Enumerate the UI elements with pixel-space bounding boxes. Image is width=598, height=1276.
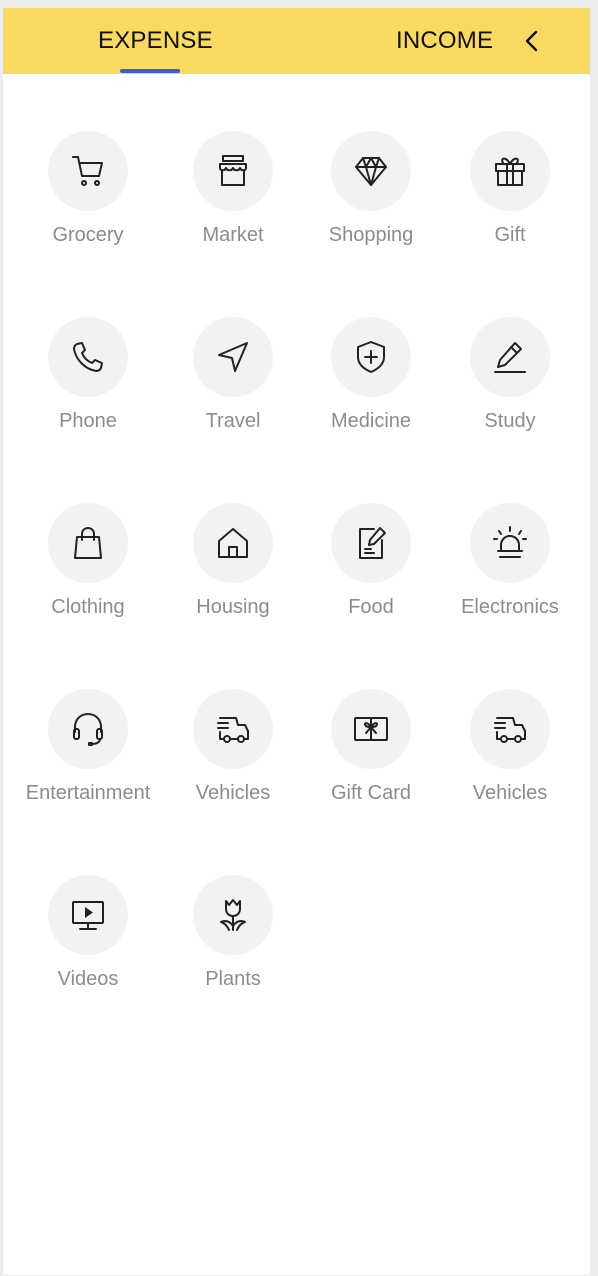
category-shopping[interactable]: Shopping [301, 131, 441, 261]
category-travel[interactable]: Travel [163, 317, 303, 447]
category-icon-circle [48, 503, 128, 583]
alarm-light-icon [493, 526, 527, 558]
category-label: Gift Card [330, 782, 412, 804]
category-label: Study [484, 410, 536, 432]
category-label: Vehicles [472, 782, 548, 804]
house-icon [218, 528, 248, 558]
category-icon-circle [193, 503, 273, 583]
category-vehicles[interactable]: Vehicles [163, 689, 303, 819]
category-icon-circle [193, 689, 273, 769]
monitor-play-icon [72, 901, 104, 930]
category-clothing[interactable]: Clothing [18, 503, 158, 633]
category-label: Travel [205, 410, 261, 432]
category-housing[interactable]: Housing [163, 503, 303, 633]
category-icon-circle [470, 689, 550, 769]
category-label: Medicine [330, 410, 412, 432]
gift-card-icon [354, 717, 388, 741]
category-icon-circle [48, 131, 128, 211]
category-icon-circle [193, 317, 273, 397]
category-electronics[interactable]: Electronics [440, 503, 580, 633]
gift-icon [495, 157, 525, 186]
truck-icon [217, 717, 249, 743]
category-label: Clothing [51, 596, 125, 618]
category-icon-circle [470, 131, 550, 211]
category-label: Shopping [328, 224, 414, 246]
category-label: Phone [59, 410, 117, 432]
pencil-icon [494, 342, 526, 373]
category-entertainment[interactable]: Entertainment [18, 689, 158, 819]
category-label: Entertainment [25, 782, 151, 804]
category-label: Electronics [461, 596, 559, 618]
headset-icon [73, 713, 103, 746]
cart-icon [72, 156, 103, 186]
category-gift-card[interactable]: Gift Card [301, 689, 441, 819]
category-icon-circle [331, 689, 411, 769]
category-videos[interactable]: Videos [18, 875, 158, 1005]
category-market[interactable]: Market [163, 131, 303, 261]
category-phone[interactable]: Phone [18, 317, 158, 447]
category-label: Housing [196, 596, 270, 618]
category-label: Market [202, 224, 264, 246]
category-label: Food [348, 596, 394, 618]
note-edit-icon [359, 527, 386, 559]
category-plants[interactable]: Plants [163, 875, 303, 1005]
category-gift[interactable]: Gift [440, 131, 580, 261]
category-icon-circle [470, 317, 550, 397]
category-grid: Grocery Market Shopping Gift Phone Trave… [3, 8, 590, 1275]
category-label: Vehicles [195, 782, 271, 804]
shield-plus-icon [357, 341, 385, 373]
navigation-icon [218, 342, 248, 372]
phone-icon [73, 342, 103, 372]
truck-icon [494, 717, 526, 743]
category-label: Grocery [52, 224, 124, 246]
category-icon-circle [470, 503, 550, 583]
category-picker: EXPENSE INCOME Grocery Market Shopping G… [3, 8, 590, 1275]
category-icon-circle [331, 131, 411, 211]
category-icon-circle [48, 689, 128, 769]
diamond-icon [355, 157, 387, 186]
category-medicine[interactable]: Medicine [301, 317, 441, 447]
storefront-icon [219, 155, 247, 186]
category-icon-circle [331, 317, 411, 397]
category-icon-circle [331, 503, 411, 583]
shopping-bag-icon [74, 527, 102, 559]
category-label: Videos [57, 968, 119, 990]
category-food[interactable]: Food [301, 503, 441, 633]
category-label: Gift [494, 224, 526, 246]
tulip-icon [220, 899, 246, 931]
category-icon-circle [193, 131, 273, 211]
category-study[interactable]: Study [440, 317, 580, 447]
category-vehicles[interactable]: Vehicles [440, 689, 580, 819]
category-icon-circle [193, 875, 273, 955]
category-icon-circle [48, 875, 128, 955]
category-icon-circle [48, 317, 128, 397]
category-grocery[interactable]: Grocery [18, 131, 158, 261]
category-label: Plants [205, 968, 261, 990]
